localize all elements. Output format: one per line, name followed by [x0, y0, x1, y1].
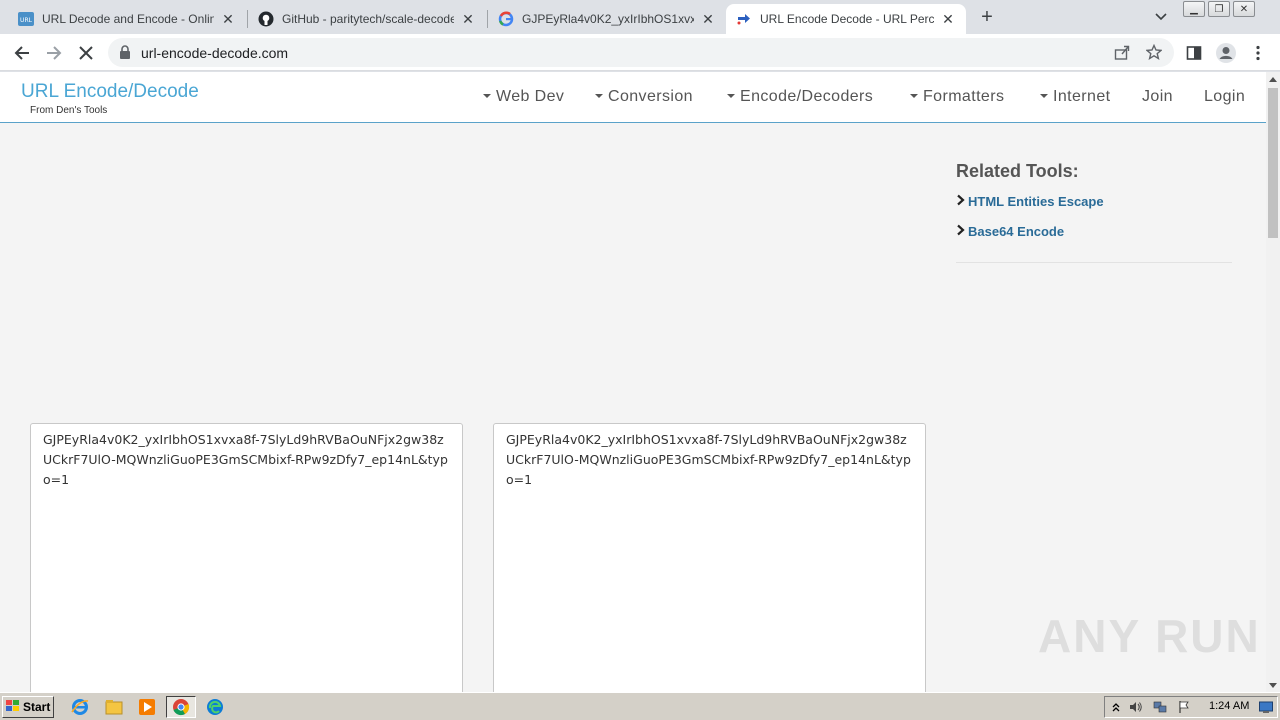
anyrun-watermark: ANY RUN [1038, 610, 1261, 662]
arrows-icon [736, 11, 752, 27]
divider [956, 262, 1232, 263]
url-text[interactable]: url-encode-decode.com [141, 45, 288, 61]
windows-taskbar: Start 1:24 AM [0, 692, 1280, 720]
related-link-label: HTML Entities Escape [968, 194, 1104, 209]
start-button[interactable]: Start [2, 696, 54, 718]
chrome-icon[interactable] [166, 696, 196, 718]
tab-strip: URL URL Decode and Encode - Online ✕ Git… [0, 0, 1280, 34]
tab-title: GJPEyRla4v0K2_yxIrIbhOS1xvxa8f-7SlyLd9hR… [522, 12, 694, 26]
tab-title: GitHub - paritytech/scale-decode: Decode [282, 12, 454, 26]
edge-icon[interactable] [203, 696, 227, 718]
show-hidden-icons-icon[interactable] [1109, 700, 1123, 714]
bookmark-star-icon[interactable] [1144, 42, 1164, 62]
browser-toolbar: url-encode-decode.com [0, 34, 1280, 71]
nav-label: Internet [1053, 88, 1111, 105]
page-viewport: URL Encode/Decode From Den's Tools Web D… [0, 72, 1266, 692]
related-link-base64[interactable]: Base64 Encode [956, 224, 1064, 239]
output-textarea[interactable]: GJPEyRla4v0K2_yxIrIbhOS1xvxa8f-7SlyLd9hR… [493, 423, 926, 692]
nav-web-dev[interactable]: Web Dev [483, 88, 564, 106]
site-brand-link[interactable]: URL Encode/Decode [21, 81, 199, 103]
new-tab-button[interactable]: + [976, 7, 998, 29]
nav-label: Conversion [608, 88, 693, 105]
nav-conversion[interactable]: Conversion [595, 88, 693, 106]
google-icon [498, 11, 514, 27]
nav-formatters[interactable]: Formatters [910, 88, 1004, 106]
close-icon[interactable]: ✕ [220, 11, 236, 27]
stop-loading-button[interactable] [73, 40, 99, 66]
caret-down-icon [910, 94, 918, 98]
ie-icon[interactable] [68, 696, 92, 718]
address-bar[interactable]: url-encode-decode.com [108, 38, 1174, 67]
network-icon[interactable] [1153, 700, 1167, 714]
related-link-html-entities[interactable]: HTML Entities Escape [956, 194, 1104, 209]
action-center-flag-icon[interactable] [1177, 700, 1191, 714]
media-player-icon[interactable] [135, 696, 159, 718]
chevron-right-icon [956, 194, 965, 209]
forward-button[interactable] [41, 40, 67, 66]
github-icon [258, 11, 274, 27]
nav-internet[interactable]: Internet [1040, 88, 1110, 106]
back-button[interactable] [9, 40, 35, 66]
share-icon[interactable] [1112, 42, 1132, 62]
nav-label: Encode/Decoders [740, 88, 874, 105]
minimize-button[interactable]: ▁ [1183, 1, 1205, 17]
related-link-label: Base64 Encode [968, 224, 1065, 239]
more-menu-icon[interactable] [1245, 40, 1271, 66]
tab-github[interactable]: GitHub - paritytech/scale-decode: Decode… [248, 4, 486, 34]
url-site-icon: URL [18, 11, 34, 27]
tab-search-chevron-down-icon[interactable] [1152, 9, 1170, 25]
caret-down-icon [727, 94, 735, 98]
tab-title: URL Decode and Encode - Online [42, 12, 214, 26]
tab-google-search[interactable]: GJPEyRla4v0K2_yxIrIbhOS1xvxa8f-7SlyLd9hR… [488, 4, 726, 34]
nav-label: Web Dev [496, 88, 565, 105]
svg-text:URL: URL [20, 17, 33, 24]
close-window-button[interactable]: ✕ [1233, 1, 1255, 17]
tab-url-decode-encode[interactable]: URL URL Decode and Encode - Online ✕ [8, 4, 246, 34]
input-textarea[interactable]: GJPEyRla4v0K2_yxIrIbhOS1xvxa8f-7SlyLd9hR… [30, 423, 463, 692]
tab-url-encode-decode-active[interactable]: URL Encode Decode - URL Percent Encoding… [726, 4, 966, 34]
nav-login[interactable]: Login [1204, 88, 1245, 106]
close-icon[interactable]: ✕ [460, 11, 476, 27]
profile-avatar-icon[interactable] [1213, 40, 1239, 66]
windows-logo-icon [6, 699, 20, 715]
tab-title: URL Encode Decode - URL Percent Encoding [760, 12, 934, 26]
scroll-thumb[interactable] [1268, 88, 1278, 238]
chevron-right-icon [956, 224, 965, 239]
volume-icon[interactable] [1129, 700, 1143, 714]
scroll-up-arrow-icon[interactable] [1266, 72, 1280, 86]
close-icon[interactable]: ✕ [700, 11, 716, 27]
scroll-down-arrow-icon[interactable] [1266, 678, 1280, 692]
related-tools-heading: Related Tools: [956, 161, 1079, 181]
explorer-icon[interactable] [102, 696, 126, 718]
taskbar-clock[interactable]: 1:24 AM [1209, 700, 1249, 712]
side-panel-icon[interactable] [1181, 40, 1207, 66]
window-controls: ▁ ❐ ✕ [1180, 1, 1255, 17]
page-scrollbar[interactable] [1266, 72, 1280, 692]
caret-down-icon [483, 94, 491, 98]
caret-down-icon [1040, 94, 1048, 98]
nav-encode-decoders[interactable]: Encode/Decoders [727, 88, 873, 106]
site-brand-subtitle: From Den's Tools [30, 105, 108, 116]
restore-button[interactable]: ❐ [1208, 1, 1230, 17]
nav-join[interactable]: Join [1142, 88, 1173, 106]
nav-label: Formatters [923, 88, 1005, 105]
close-icon[interactable]: ✕ [940, 11, 956, 27]
lock-icon[interactable] [120, 45, 130, 64]
show-desktop-icon[interactable] [1259, 700, 1273, 714]
caret-down-icon [595, 94, 603, 98]
site-header: URL Encode/Decode From Den's Tools Web D… [0, 72, 1266, 123]
system-tray: 1:24 AM [1104, 696, 1278, 718]
start-label: Start [23, 700, 51, 714]
